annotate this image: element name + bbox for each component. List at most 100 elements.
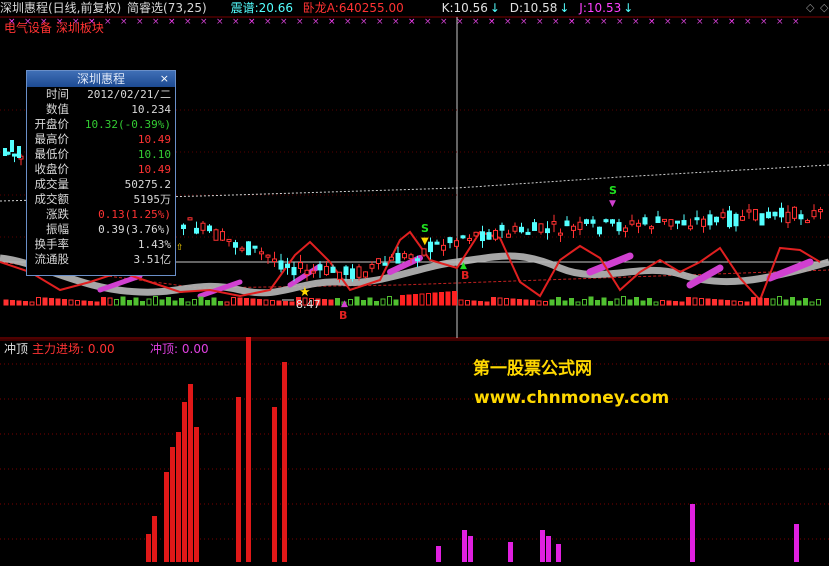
volume-bar <box>517 299 522 306</box>
k-label: K: <box>441 1 454 15</box>
volume-bar <box>582 299 587 306</box>
volume-bar <box>777 296 782 306</box>
candle-body <box>590 219 596 224</box>
info-row: 振幅 0.39(3.76%) <box>27 222 175 237</box>
volume-bar <box>543 301 548 306</box>
top-tick-mark: × <box>200 17 208 27</box>
candle-body <box>584 219 589 224</box>
candle-body <box>265 254 271 258</box>
zhenpu-value: 20.66 <box>258 1 293 15</box>
candle-body <box>577 221 583 230</box>
volume-bar <box>289 301 295 306</box>
volume-bar <box>166 297 171 306</box>
volume-bar <box>504 298 509 306</box>
candle-body <box>688 225 693 230</box>
sector-label[interactable]: 电气设备 深圳板块 <box>4 19 104 36</box>
buy-signal-b: B <box>339 309 347 322</box>
info-row-label: 最低价 <box>34 147 70 161</box>
info-row: 成交量 50275.2 <box>27 177 175 192</box>
k-value: 10.56 <box>453 1 488 15</box>
volume-bar <box>803 298 808 306</box>
volume-bar <box>107 297 113 306</box>
j-label: J: <box>579 1 587 15</box>
sub-chart-name: 冲顶 <box>4 342 29 356</box>
arrow-up-icon: ▲ <box>341 299 348 309</box>
main-force-bar <box>236 397 241 562</box>
volume-bar <box>809 301 815 306</box>
info-row-value: 2012/02/21/二 <box>87 88 171 101</box>
volume-bar <box>361 300 366 306</box>
volume-bar <box>231 297 236 306</box>
volume-bar <box>536 300 542 306</box>
candle-body <box>597 226 602 235</box>
candle-body <box>356 266 362 278</box>
top-tick-mark: × <box>104 17 112 27</box>
top-tick-mark: × <box>328 17 336 27</box>
volume-bar <box>647 298 652 306</box>
low-price-label: 8.47 <box>296 298 321 311</box>
volume-bar <box>601 297 607 306</box>
sell-signal-s: S <box>609 184 617 197</box>
candle-body <box>629 220 635 225</box>
top-tick-mark: × <box>376 17 384 27</box>
top-tick-mark: × <box>680 17 688 27</box>
candle-body <box>369 264 375 269</box>
chongding-bar <box>556 544 561 562</box>
volume-bar <box>764 298 769 306</box>
volume-bar <box>530 300 535 306</box>
main-force-bar <box>164 472 169 562</box>
formula-name[interactable]: 简睿选(73,25) <box>127 1 207 15</box>
volume-bar <box>218 301 223 306</box>
top-tick-mark: × <box>344 17 352 27</box>
volume-bar <box>153 296 158 306</box>
candle-body <box>324 265 329 276</box>
info-row-label: 涨跌 <box>46 207 69 221</box>
candle-body <box>818 208 823 213</box>
info-row-value: 10.49 <box>137 133 171 146</box>
candle-body <box>337 271 342 280</box>
options-icon[interactable]: ◇ <box>820 1 828 14</box>
volume-bar <box>224 301 230 306</box>
d-value: 10.58 <box>523 1 558 15</box>
candle-body <box>181 224 186 230</box>
info-row-label: 流通股 <box>34 252 70 266</box>
top-tick-mark: × <box>232 17 240 27</box>
top-tick-mark: × <box>616 17 624 27</box>
volume-bar <box>10 300 15 306</box>
info-row-label: 数值 <box>46 102 69 116</box>
info-row-value: 10.49 <box>137 163 171 176</box>
volume-bar <box>179 298 184 306</box>
info-row-label: 成交量 <box>34 177 70 191</box>
stock-title: 深圳惠程(日线,前复权) <box>0 1 122 15</box>
volume-bar <box>185 301 191 306</box>
close-icon[interactable]: × <box>160 71 169 87</box>
top-tick-mark: × <box>392 17 400 27</box>
volume-bar <box>322 299 327 306</box>
volume-bar <box>101 297 106 306</box>
volume-bar <box>146 298 152 306</box>
volume-bar <box>270 300 275 306</box>
volume-bar <box>29 301 35 306</box>
candle-body <box>655 216 661 223</box>
diamond-icon[interactable]: ◇ <box>806 1 814 14</box>
candle-body <box>343 266 349 276</box>
info-row: 成交额 5195万 <box>27 192 175 207</box>
volume-bar <box>491 297 496 306</box>
watermark-url[interactable]: www.chnmoney.com <box>474 388 669 408</box>
volume-bar <box>439 292 444 306</box>
volume-bar <box>75 300 80 306</box>
volume-bar <box>257 299 262 306</box>
volume-bar <box>432 292 438 306</box>
top-tick-mark: × <box>184 17 192 27</box>
candle-body <box>213 229 219 241</box>
top-tick-mark: × <box>568 17 576 27</box>
candle-body <box>363 271 368 278</box>
main-force-bar <box>146 534 151 562</box>
volume-bar <box>692 297 698 306</box>
info-panel[interactable]: 深圳惠程 × 时间 2012/02/21/二 数值 10.234 开盘价 10.32(-0… <box>26 70 176 276</box>
info-panel-title[interactable]: 深圳惠程 × <box>27 71 175 87</box>
info-row: 最低价 10.10 <box>27 147 175 162</box>
series1-value: 0.00 <box>87 342 115 356</box>
top-tick-mark: × <box>776 17 784 27</box>
volume-bar <box>276 300 282 306</box>
